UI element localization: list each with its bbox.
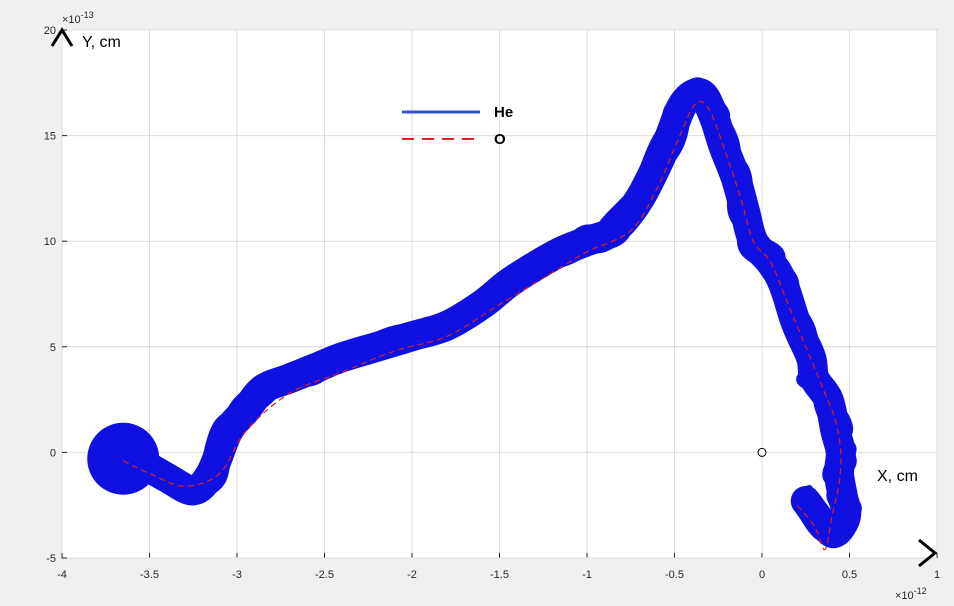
series-he-point bbox=[433, 311, 461, 340]
x-tick-label: -0.5 bbox=[665, 569, 684, 581]
series-he-point bbox=[625, 184, 654, 213]
series-he-point bbox=[249, 375, 278, 404]
series-he-point bbox=[468, 290, 496, 319]
x-tick-label: -2 bbox=[407, 569, 417, 581]
trajectory-chart: -4 -3.5 -3 -2.5 -2 -1.5 -1 -0.5 0 0.5 1 -5 0 5 10 15 20… bbox=[0, 0, 954, 606]
series-he-point bbox=[153, 463, 181, 492]
series-he-point bbox=[363, 332, 391, 361]
y-tick-label: 10 bbox=[44, 236, 56, 248]
y-tick-label: -5 bbox=[46, 553, 56, 565]
x-tick-label: -3.5 bbox=[140, 569, 159, 581]
series-he-point bbox=[730, 195, 759, 224]
series-he-point bbox=[651, 132, 680, 161]
series-he-point bbox=[520, 252, 549, 281]
series-he-point bbox=[126, 448, 155, 477]
legend-label-o: O bbox=[494, 131, 506, 148]
series-he-point bbox=[721, 163, 750, 192]
x-axis-label: X, cm bbox=[877, 468, 918, 485]
x-tick-label: -1 bbox=[582, 569, 592, 581]
series-he-point bbox=[573, 227, 601, 256]
x-tick-label: -3 bbox=[232, 569, 242, 581]
y-tick-label: 20 bbox=[44, 25, 56, 37]
y-axis-label: Y, cm bbox=[82, 34, 121, 51]
series-he-point bbox=[328, 343, 356, 372]
x-tick-label: 0.5 bbox=[842, 569, 857, 581]
x-tick-label: -2.5 bbox=[315, 569, 334, 581]
origin-marker bbox=[757, 447, 767, 457]
x-tick-label: 0 bbox=[759, 569, 765, 581]
x-tick-label: 1 bbox=[934, 569, 940, 581]
y-tick-label: 5 bbox=[50, 342, 56, 354]
legend-label-he: He bbox=[494, 104, 513, 121]
x-tick-label: -4 bbox=[57, 569, 67, 581]
y-tick-label: 15 bbox=[44, 131, 56, 143]
series-he-point bbox=[699, 100, 727, 129]
x-tick-label: -1.5 bbox=[490, 569, 509, 581]
y-tick-label: 0 bbox=[50, 447, 56, 459]
